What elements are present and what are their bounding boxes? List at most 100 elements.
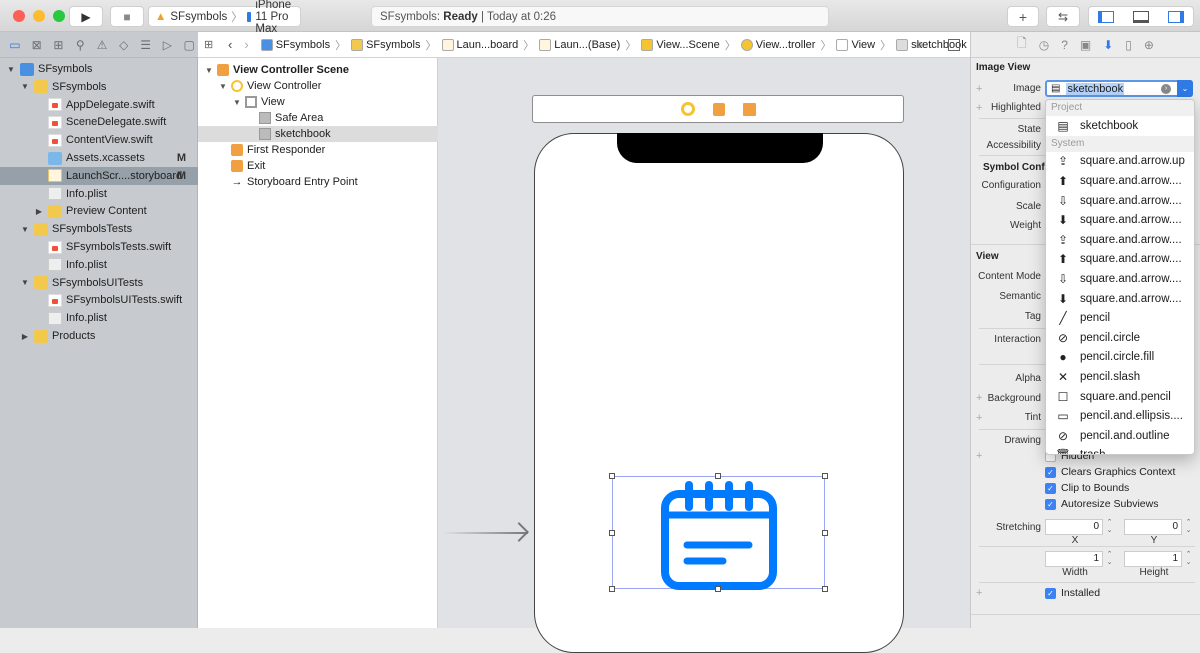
outline-options-icon[interactable]: ≡: [916, 38, 923, 52]
scheme-selector[interactable]: ▲ SFsymbols 〉 iPhone 11 Pro Max: [148, 0, 301, 35]
close-window-button[interactable]: [13, 10, 25, 22]
outline-item[interactable]: sketchbook: [198, 126, 438, 142]
symbol-navigator-icon[interactable]: ⊞: [50, 36, 68, 54]
bottom-panel-toggle-icon[interactable]: [1132, 10, 1149, 23]
chevron-down-icon[interactable]: ⌄: [1177, 80, 1193, 97]
checkbox-clip-to-bounds[interactable]: ✓ Clip to Bounds: [1045, 482, 1129, 494]
outline-item[interactable]: ▼ View: [198, 94, 438, 110]
clear-icon[interactable]: ›: [1161, 83, 1171, 94]
resize-handle[interactable]: [609, 586, 615, 592]
stretching-height-field[interactable]: 1: [1124, 551, 1182, 567]
resize-handle[interactable]: [715, 473, 721, 479]
dropdown-option[interactable]: 🗑trash: [1046, 446, 1194, 454]
disclosure-open-icon[interactable]: ▼: [20, 82, 30, 91]
issue-navigator-icon[interactable]: ⚠: [93, 36, 111, 54]
dropdown-option[interactable]: ⬆ square.and.arrow....: [1046, 250, 1194, 270]
breakpoint-navigator-icon[interactable]: ▷: [158, 36, 176, 54]
navigator-item[interactable]: ▼ SFsymbolsUITests: [0, 274, 198, 292]
stretching-y-field[interactable]: 0: [1124, 519, 1182, 535]
zoom-window-button[interactable]: [53, 10, 65, 22]
stepper[interactable]: ⌃ ⌄: [1105, 551, 1114, 567]
navigator-item[interactable]: Info.plist: [0, 309, 198, 327]
add-variation-icon[interactable]: +: [976, 412, 982, 424]
stepper[interactable]: ⌃ ⌄: [1105, 519, 1114, 535]
source-control-icon[interactable]: ⊠: [28, 36, 46, 54]
navigator-item[interactable]: ▼ SFsymbolsTests: [0, 220, 198, 238]
view-controller-icon[interactable]: [680, 102, 695, 116]
breadcrumb-item[interactable]: SFsymbols: [349, 38, 422, 51]
report-navigator-icon[interactable]: ▢: [180, 36, 198, 54]
dropdown-option[interactable]: ⊘ pencil.and.outline: [1046, 426, 1194, 446]
disclosure-open-icon[interactable]: ▼: [20, 225, 30, 234]
test-navigator-icon[interactable]: ◇: [115, 36, 133, 54]
stop-button[interactable]: ■: [110, 6, 144, 27]
storyboard-canvas[interactable]: [438, 58, 970, 653]
code-review-button[interactable]: ⇆: [1046, 6, 1080, 27]
disclosure-open-icon[interactable]: ▼: [6, 65, 16, 74]
back-button[interactable]: ‹: [228, 37, 232, 52]
dropdown-option[interactable]: ● pencil.circle.fill: [1046, 348, 1194, 368]
resize-handle[interactable]: [822, 530, 828, 536]
entry-point-arrow[interactable]: [442, 522, 530, 542]
right-panel-toggle-icon[interactable]: [1167, 10, 1184, 23]
navigator-item[interactable]: SceneDelegate.swift: [0, 113, 198, 131]
project-navigator-icon[interactable]: ▭: [6, 36, 24, 54]
add-variation-icon[interactable]: +: [976, 587, 982, 599]
dropdown-option[interactable]: ⬇ square.and.arrow....: [1046, 289, 1194, 309]
stretching-x-field[interactable]: 0: [1045, 519, 1103, 535]
resize-handle[interactable]: [822, 473, 828, 479]
installed-checkbox[interactable]: ✓ Installed: [1045, 587, 1100, 599]
navigator-item[interactable]: Info.plist: [0, 256, 198, 274]
breadcrumb-item[interactable]: Laun...(Base): [537, 38, 622, 51]
navigator-item[interactable]: AppDelegate.swift: [0, 96, 198, 114]
navigator-item[interactable]: ▶ Products: [0, 327, 198, 345]
navigator-item[interactable]: ContentView.swift: [0, 131, 198, 149]
navigator-item[interactable]: ▶ Preview Content: [0, 202, 198, 220]
navigator-item[interactable]: SFsymbolsTests.swift: [0, 238, 198, 256]
dropdown-option[interactable]: ╱ pencil: [1046, 308, 1194, 328]
attributes-inspector-icon[interactable]: ⬇: [1103, 38, 1113, 52]
outline-item[interactable]: First Responder: [198, 142, 438, 158]
library-button[interactable]: +: [1007, 6, 1039, 27]
navigator-item[interactable]: SFsymbolsUITests.swift: [0, 291, 198, 309]
dropdown-option[interactable]: ⊘ pencil.circle: [1046, 328, 1194, 348]
dropdown-option[interactable]: ▭ pencil.and.ellipsis....: [1046, 406, 1194, 426]
resize-handle[interactable]: [822, 586, 828, 592]
identity-inspector-icon[interactable]: ▣: [1080, 38, 1091, 52]
exit-icon[interactable]: [742, 102, 756, 116]
stepper[interactable]: ⌃ ⌄: [1184, 551, 1193, 567]
breadcrumb-item[interactable]: View...Scene: [639, 38, 721, 51]
checkbox-autoresize-subviews[interactable]: ✓ Autoresize Subviews: [1045, 498, 1158, 510]
left-panel-toggle-icon[interactable]: [1098, 10, 1115, 23]
navigator-item[interactable]: Assets.xcassets M: [0, 149, 198, 167]
add-variation-icon[interactable]: +: [976, 392, 982, 404]
dropdown-option[interactable]: ⬆ square.and.arrow....: [1046, 171, 1194, 191]
connections-inspector-icon[interactable]: ⊕: [1144, 38, 1154, 52]
run-button[interactable]: ▶: [69, 6, 103, 27]
stretching-width-field[interactable]: 1: [1045, 551, 1103, 567]
breadcrumb-item[interactable]: View...troller: [739, 38, 818, 51]
navigator-item[interactable]: Info.plist: [0, 185, 198, 203]
navigator-item[interactable]: LaunchScr....storyboard M: [0, 166, 198, 185]
disclosure-closed-icon[interactable]: ▶: [20, 332, 30, 341]
outline-item[interactable]: ▼ View Controller: [198, 78, 438, 94]
forward-button[interactable]: ›: [244, 37, 248, 52]
navigator-item[interactable]: ▼ SFsymbols: [0, 60, 198, 78]
disclosure-open-icon[interactable]: ▼: [204, 66, 214, 75]
debug-navigator-icon[interactable]: ☰: [137, 36, 155, 54]
image-field[interactable]: ▤ sketchbook › ⌄: [1045, 80, 1193, 97]
add-editor-icon[interactable]: [948, 38, 960, 51]
minimize-window-button[interactable]: [33, 10, 45, 22]
dropdown-option[interactable]: ▤ sketchbook: [1046, 116, 1194, 136]
navigator-item[interactable]: ▼ SFsymbols: [0, 78, 198, 96]
outline-item[interactable]: ▼ View Controller Scene: [198, 62, 438, 78]
file-inspector-icon[interactable]: 🗋: [1017, 34, 1027, 55]
breadcrumb-item[interactable]: SFsymbols: [259, 38, 332, 51]
dropdown-option[interactable]: ☐ square.and.pencil: [1046, 387, 1194, 407]
add-variation-icon[interactable]: +: [976, 83, 982, 95]
disclosure-open-icon[interactable]: ▼: [218, 82, 228, 91]
resize-handle[interactable]: [609, 473, 615, 479]
add-variation-icon[interactable]: +: [976, 450, 982, 462]
resize-handle[interactable]: [609, 530, 615, 536]
disclosure-open-icon[interactable]: ▼: [232, 98, 242, 107]
